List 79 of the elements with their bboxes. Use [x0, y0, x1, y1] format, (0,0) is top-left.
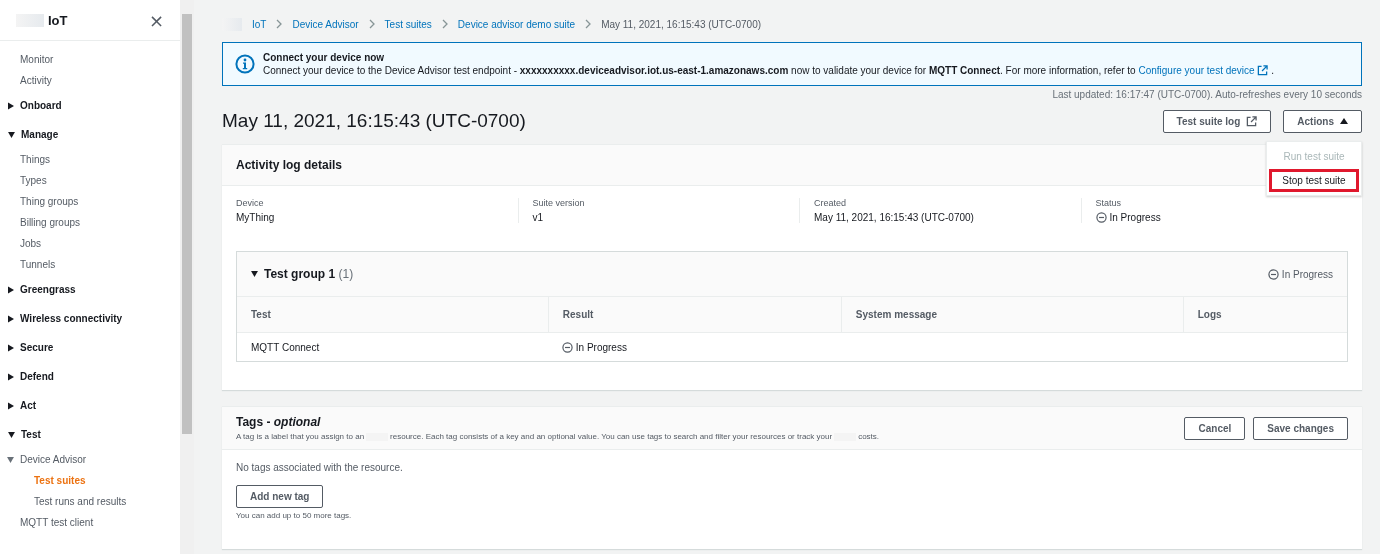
caret-right-icon	[8, 101, 14, 110]
nav-link[interactable]: MQTT test client	[0, 512, 180, 533]
cancel-button[interactable]: Cancel	[1184, 417, 1246, 440]
nav-section[interactable]: Manage	[0, 120, 180, 149]
tags-title: Tags - optional	[236, 415, 322, 429]
breadcrumb-link[interactable]: Device Advisor	[292, 18, 359, 30]
nav-link[interactable]: Things	[0, 149, 180, 170]
field-value: MyThing	[236, 212, 275, 223]
alert-message: Connect your device to the Device Advisor test endpoint - xxxxxxxxxx.deviceadvisor.iot.us-east-1.amazonaws.com now to validate your device for MQTT Connect. For more information, refer to Configure your test device .	[263, 65, 1274, 76]
in-progress-icon	[561, 341, 573, 353]
nav-section[interactable]: Greengrass	[0, 275, 180, 304]
scrollbar[interactable]	[180, 0, 194, 554]
nav-section[interactable]: Wireless connectivity	[0, 304, 180, 333]
column-header: Result	[547, 297, 841, 333]
last-updated-text: Last updated: 16:17:47 (UTC-0700). Auto-refreshes every 10 seconds	[1051, 89, 1362, 100]
caret-down-icon	[8, 431, 15, 438]
redacted-block	[16, 13, 44, 27]
nav-section[interactable]: Act	[0, 391, 180, 420]
breadcrumb-link[interactable]: IoT	[252, 18, 267, 30]
status-text: In Progress	[575, 341, 627, 353]
chevron-right-icon	[276, 19, 283, 29]
menu-item[interactable]: Stop test suite	[1269, 169, 1359, 192]
breadcrumb-link[interactable]: Test suites	[384, 18, 432, 30]
add-new-tag-button[interactable]: Add new tag	[236, 485, 324, 508]
status-text: In Progress	[1109, 212, 1161, 223]
column-header: Logs	[1182, 297, 1347, 333]
nav-link[interactable]: Monitor	[0, 49, 180, 70]
test-suite-log-button[interactable]: Test suite log	[1162, 109, 1272, 133]
table-cell-text: MQTT Connect	[250, 340, 321, 355]
tags-hint: You can add up to 50 more tags.	[236, 511, 353, 520]
chevron-right-icon	[585, 19, 592, 29]
in-progress-icon	[1095, 212, 1107, 223]
nav-section[interactable]: Secure	[0, 333, 180, 362]
info-icon	[235, 54, 255, 74]
caret-up-icon	[1340, 118, 1348, 124]
external-link-icon	[1246, 115, 1258, 127]
nav-section[interactable]: Defend	[0, 362, 180, 391]
nav-link[interactable]: Types	[0, 170, 180, 191]
field-label: Suite version	[532, 198, 586, 208]
nav-link[interactable]: Jobs	[0, 233, 180, 254]
tags-description: A tag is a label that you assign to an resource. Each tag consists of a key and an optional value. You can use tags to search and filter your resources or track your costs.	[236, 432, 880, 441]
page-title: May 11, 2021, 16:15:43 (UTC-0700)	[222, 110, 527, 132]
nav-link[interactable]: Test runs and results	[0, 491, 180, 512]
caret-right-icon	[8, 285, 14, 294]
empty-tags-text: No tags associated with the resource.	[236, 462, 404, 473]
nav-link[interactable]: Billing groups	[0, 212, 180, 233]
caret-down-icon	[7, 456, 14, 463]
nav-link[interactable]: Activity	[0, 70, 180, 91]
column-header: Test	[237, 297, 548, 333]
caret-right-icon	[8, 343, 14, 352]
sidebar-title: IoT	[48, 12, 69, 28]
nav-link[interactable]: Thing groups	[0, 191, 180, 212]
nav-section[interactable]: Onboard	[0, 91, 180, 120]
close-button[interactable]: ×	[148, 9, 164, 31]
caret-right-icon	[8, 401, 14, 410]
field-label: Device	[236, 198, 265, 208]
field-label: Status	[1095, 198, 1122, 208]
nav-section[interactable]: Test	[0, 420, 180, 449]
field-label: Created	[814, 198, 848, 208]
actions-button[interactable]: Actions	[1283, 109, 1362, 133]
caret-right-icon	[8, 314, 14, 323]
status-text: In Progress	[1281, 268, 1333, 280]
save-changes-button[interactable]: Save changes	[1253, 417, 1348, 440]
caret-right-icon	[8, 372, 14, 381]
field-value: v1	[532, 212, 544, 223]
caret-down-icon	[8, 131, 15, 138]
configure-link[interactable]: Configure your test device	[1138, 65, 1269, 76]
column-header: System message	[840, 297, 1183, 333]
nav-group[interactable]: Device Advisor	[0, 449, 180, 470]
in-progress-icon	[1267, 268, 1279, 280]
field-value: May 11, 2021, 16:15:43 (UTC-0700)	[814, 212, 974, 223]
nav-link[interactable]: Tunnels	[0, 254, 180, 275]
test-group-title[interactable]: Test group 1 (1)	[264, 267, 354, 281]
chevron-right-icon	[368, 19, 375, 29]
breadcrumb-current: May 11, 2021, 16:15:43 (UTC-0700)	[601, 18, 762, 30]
breadcrumb-link[interactable]: Device advisor demo suite	[457, 18, 576, 30]
external-link-icon	[1257, 65, 1269, 76]
chevron-right-icon	[441, 19, 448, 29]
alert-title: Connect your device now	[263, 52, 386, 63]
